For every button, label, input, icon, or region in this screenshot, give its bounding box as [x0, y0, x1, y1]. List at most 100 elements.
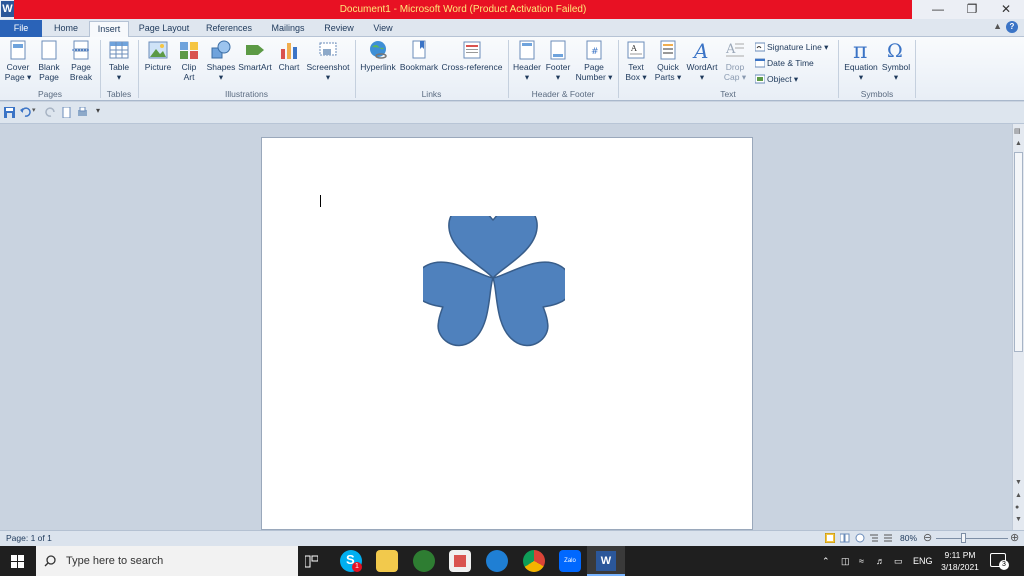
tab-view[interactable]: View [370, 21, 396, 37]
document-page[interactable] [261, 137, 753, 530]
minimize-ribbon-icon[interactable]: ▲ [993, 21, 1002, 31]
show-hidden-icons[interactable]: ⌃ [822, 546, 830, 576]
tab-review[interactable]: Review [322, 21, 356, 37]
save-icon[interactable] [4, 107, 15, 118]
page-break-button[interactable]: Page Break [67, 39, 95, 82]
tab-mailings[interactable]: Mailings [268, 21, 308, 37]
object-button[interactable]: Object ▾ [755, 72, 798, 86]
blank-page-button[interactable]: Blank Page [35, 39, 63, 82]
battery-icon[interactable]: ▭ [894, 546, 903, 576]
quick-parts-button[interactable]: Quick Parts ▾ [653, 39, 683, 82]
chrome-icon[interactable] [523, 550, 545, 572]
zalo-icon[interactable]: Zalo [559, 550, 581, 572]
web-layout-icon[interactable] [855, 533, 865, 543]
header-button[interactable]: Header ▾ [511, 39, 543, 82]
tab-insert[interactable]: Insert [89, 21, 129, 38]
group-text: Text [720, 89, 736, 99]
edge-icon[interactable] [486, 550, 508, 572]
hyperlink-button[interactable]: Hyperlink [358, 39, 398, 72]
notifications-icon[interactable]: 3 [990, 553, 1009, 570]
skype-icon[interactable]: S 1 [340, 550, 362, 572]
wordart-button[interactable]: A WordArt ▾ [684, 39, 720, 82]
zoom-in-icon[interactable]: ⊕ [1010, 531, 1019, 544]
undo-dropdown-icon[interactable]: ▾ [32, 106, 36, 114]
group-tables: Tables [106, 89, 132, 99]
minimize-button[interactable]: — [921, 0, 955, 19]
zoom-level[interactable]: 80% [900, 533, 917, 543]
print-layout-icon[interactable] [825, 533, 835, 543]
bookmark-button[interactable]: Bookmark [399, 39, 439, 72]
tab-page-layout[interactable]: Page Layout [138, 21, 190, 37]
clip-art-icon [180, 42, 198, 59]
volume-icon[interactable]: ♬ [876, 546, 885, 576]
chart-button[interactable]: Chart [275, 39, 303, 72]
taskbar-search[interactable]: Type here to search [36, 546, 298, 576]
customize-toolbar-icon[interactable]: ▾ [96, 106, 100, 115]
print-preview-icon[interactable] [77, 107, 88, 118]
undo-icon[interactable] [20, 107, 31, 118]
scroll-up-icon[interactable]: ▲ [1015, 140, 1022, 147]
page-break-label: Page [71, 62, 91, 72]
screenshot-label: Screenshot [306, 62, 350, 72]
text-box-button[interactable]: A Text Box ▾ [622, 39, 650, 82]
equation-label: Equation [844, 62, 878, 72]
clock[interactable]: 9:11 PM 3/18/2021 [938, 549, 982, 573]
tab-file[interactable]: File [0, 20, 42, 37]
word-taskbar-button[interactable]: W [587, 546, 625, 576]
draft-icon[interactable] [883, 533, 893, 543]
red-app-icon[interactable] [449, 550, 471, 572]
picture-button[interactable]: Picture [142, 39, 174, 72]
drop-cap-button[interactable]: A Drop Cap ▾ [721, 39, 749, 82]
close-button[interactable]: ✕ [989, 0, 1023, 19]
next-page-icon[interactable]: ▼ [1015, 516, 1022, 523]
vertical-scrollbar[interactable]: ▤ ▲ ▼ ▲ ● ▼ [1012, 124, 1024, 530]
drop-cap-icon: A [725, 42, 744, 57]
cover-page-button[interactable]: Cover Page ▾ [4, 39, 32, 82]
tab-references[interactable]: References [204, 21, 254, 37]
smartart-button[interactable]: SmartArt [238, 39, 272, 72]
cross-reference-button[interactable]: Cross-reference [440, 39, 504, 72]
tab-home[interactable]: Home [50, 21, 82, 37]
svg-text:π: π [853, 39, 867, 61]
group-illustrations: Illustrations [225, 89, 268, 99]
equation-button[interactable]: π Equation ▾ [842, 39, 880, 82]
previous-page-icon[interactable]: ▲ [1015, 492, 1022, 499]
new-document-icon[interactable] [61, 107, 72, 118]
wifi-icon[interactable]: ≈ [859, 546, 864, 576]
file-explorer-icon[interactable] [376, 550, 398, 572]
help-icon[interactable]: ? [1006, 21, 1018, 33]
omega-symbol-icon: Ω [887, 40, 903, 61]
language-indicator[interactable]: ENG [913, 546, 933, 576]
footer-button[interactable]: Footer ▾ [543, 39, 573, 82]
full-screen-reading-icon[interactable] [840, 533, 850, 543]
browse-object-icon[interactable]: ● [1015, 504, 1019, 511]
green-app-icon[interactable] [413, 550, 435, 572]
outline-icon[interactable] [869, 533, 879, 543]
windows-start-icon[interactable] [11, 555, 24, 568]
ruler-toggle-icon[interactable]: ▤ [1014, 127, 1021, 135]
zoom-slider[interactable] [936, 538, 1008, 539]
zoom-slider-thumb[interactable] [961, 533, 966, 543]
symbol-button[interactable]: Ω Symbol ▾ [880, 39, 912, 82]
word-logo-icon[interactable]: W [1, 1, 14, 17]
scrollbar-thumb[interactable] [1014, 152, 1023, 352]
meet-now-icon[interactable]: ◫ [841, 546, 850, 576]
scroll-down-icon[interactable]: ▼ [1015, 479, 1022, 486]
restore-button[interactable]: ❐ [955, 0, 989, 19]
zoom-out-icon[interactable]: ⊖ [923, 531, 932, 544]
page-count[interactable]: Page: 1 of 1 [6, 533, 52, 543]
table-button[interactable]: Table ▾ [104, 39, 134, 82]
signature-line-button[interactable]: Signature Line ▾ [755, 40, 828, 54]
shapes-button[interactable]: Shapes ▾ [204, 39, 238, 82]
screenshot-button[interactable]: Screenshot ▾ [305, 39, 351, 82]
redo-icon[interactable] [45, 107, 56, 118]
blank-page-label-2: Page [39, 72, 59, 82]
heart-trefoil-shape[interactable] [423, 216, 565, 350]
date-time-button[interactable]: Date & Time [755, 56, 814, 70]
clip-art-button[interactable]: Clip Art [177, 39, 201, 82]
notifications-count: 3 [999, 560, 1009, 570]
quick-parts-label-2: Parts ▾ [654, 72, 682, 82]
task-view-icon[interactable] [305, 555, 318, 568]
blank-page-label: Blank [38, 62, 60, 72]
page-number-button[interactable]: # Page Number ▾ [575, 39, 613, 82]
